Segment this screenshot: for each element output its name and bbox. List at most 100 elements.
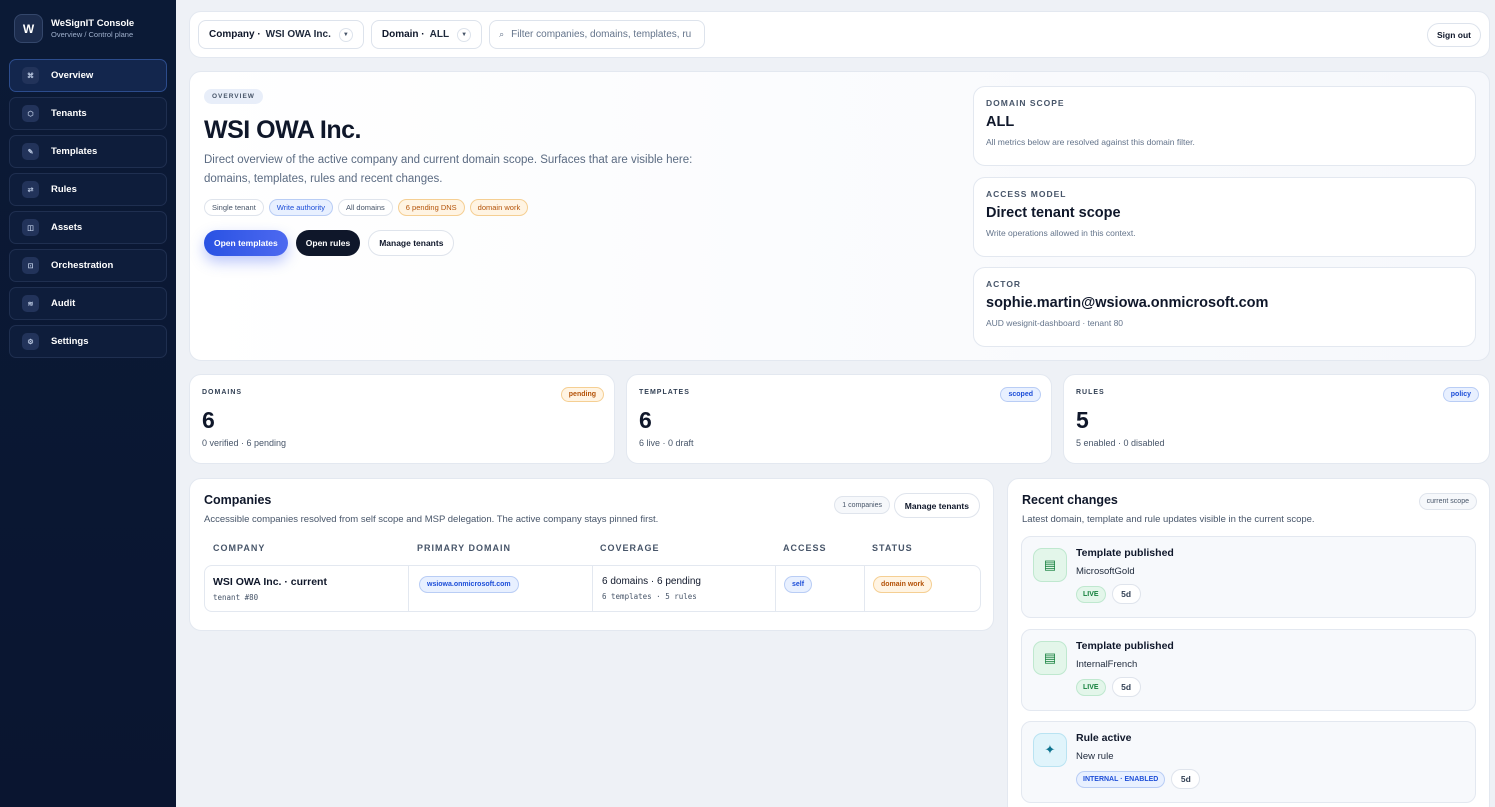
app-title: WeSignIT Console xyxy=(51,18,135,29)
chevron-down-icon: ▼ xyxy=(338,27,353,42)
chip-all-domains: All domains xyxy=(338,199,393,216)
actor-label: ACTOR xyxy=(986,279,1022,289)
open-rules-button[interactable]: Open rules xyxy=(295,230,361,256)
company-select[interactable]: Company · WSI OWA Inc. ▼ xyxy=(198,20,364,49)
status-badge: pending xyxy=(560,387,604,402)
chip-domain-work: domain work xyxy=(469,199,529,216)
hero-chips: Single tenant Write authority All domain… xyxy=(204,199,529,216)
chip-write-authority: Write authority xyxy=(268,199,334,216)
sidebar-item-templates[interactable]: ✎ Templates xyxy=(9,135,167,168)
change-subject: InternalFrench xyxy=(1076,659,1138,670)
domain-scope-note: All metrics below are resolved against t… xyxy=(986,137,1195,147)
manage-tenants-button[interactable]: Manage tenants xyxy=(893,493,980,518)
companies-panel: Companies Accessible companies resolved … xyxy=(189,478,994,631)
sign-out-button[interactable]: Sign out xyxy=(1427,22,1481,47)
age-badge: 5d xyxy=(1171,769,1201,789)
status-badge: policy xyxy=(1442,387,1479,402)
actor-card: ACTOR sophie.martin@wsiowa.onmicrosoft.c… xyxy=(973,267,1476,347)
change-title: Template published xyxy=(1076,640,1174,652)
search-input[interactable] xyxy=(511,29,692,40)
change-title: Rule active xyxy=(1076,732,1132,744)
age-badge: 5d xyxy=(1111,584,1141,604)
change-subject: MicrosoftGold xyxy=(1076,566,1135,577)
brand[interactable]: W WeSignIT Console Overview / Control pl… xyxy=(9,14,167,43)
search-box: ⌕ xyxy=(489,20,706,49)
chip-pending-dns: 6 pending DNS xyxy=(397,199,465,216)
status-badge: scoped xyxy=(1000,387,1041,402)
primary-domain-cell: wsiowa.onmicrosoft.com xyxy=(408,566,592,611)
sidebar-item-rules[interactable]: ⇄ Rules xyxy=(9,173,167,206)
companies-description: Accessible companies resolved from self … xyxy=(204,514,659,525)
stat-sub: 6 live · 0 draft xyxy=(639,438,694,448)
audit-icon: ≋ xyxy=(22,295,39,312)
current-scope-badge: current scope xyxy=(1418,493,1477,510)
live-badge: LIVE xyxy=(1076,679,1106,696)
stat-sub: 5 enabled · 0 disabled xyxy=(1076,438,1165,448)
access-model-value: Direct tenant scope xyxy=(986,205,1121,221)
sidebar-item-label: Rules xyxy=(51,184,77,195)
sparkle-icon: ✦ xyxy=(1033,733,1067,767)
overview-hero: OVERVIEW WSI OWA Inc. Direct overview of… xyxy=(189,71,1490,361)
sidebar-item-label: Orchestration xyxy=(51,260,114,271)
rules-icon: ⇄ xyxy=(22,181,39,198)
chip-single-tenant: Single tenant xyxy=(204,199,264,216)
sidebar-item-tenants[interactable]: ⬡ Tenants xyxy=(9,97,167,130)
sidebar-item-overview[interactable]: ⌘ Overview xyxy=(9,59,167,92)
company-cell: WSI OWA Inc. · current tenant #80 xyxy=(205,566,408,611)
live-badge: LIVE xyxy=(1076,586,1106,603)
sidebar-item-assets[interactable]: ◫ Assets xyxy=(9,211,167,244)
templates-icon: ✎ xyxy=(22,143,39,160)
hero-actions: Open templates Open rules Manage tenants xyxy=(204,230,455,256)
list-item[interactable]: ▤ Template published InternalFrench LIVE… xyxy=(1021,629,1476,711)
stat-card-rules: RULES policy 5 5 enabled · 0 disabled xyxy=(1063,374,1490,464)
company-select-label: Company · xyxy=(209,29,261,40)
app-subtitle: Overview / Control plane xyxy=(51,30,134,39)
stat-sub: 0 verified · 6 pending xyxy=(202,438,287,448)
coverage-summary: 6 domains · 6 pending xyxy=(602,576,701,587)
domain-scope-label: DOMAIN SCOPE xyxy=(986,98,1065,108)
logo-icon: W xyxy=(14,14,43,43)
stat-label: DOMAINS xyxy=(202,389,243,396)
stat-value: 5 xyxy=(1076,407,1089,433)
topbar: Company · WSI OWA Inc. ▼ Domain · ALL ▼ … xyxy=(189,11,1490,58)
overview-icon: ⌘ xyxy=(22,67,39,84)
company-name: WSI OWA Inc. · current xyxy=(213,576,327,588)
stat-card-templates: TEMPLATES scoped 6 6 live · 0 draft xyxy=(626,374,1052,464)
sidebar-nav: ⌘ Overview ⬡ Tenants ✎ Templates ⇄ Rules… xyxy=(9,59,167,358)
manage-tenants-button[interactable]: Manage tenants xyxy=(368,230,455,256)
list-item[interactable]: ▤ Template published MicrosoftGold LIVE … xyxy=(1021,536,1476,618)
list-item[interactable]: ✦ Rule active New rule INTERNAL · ENABLE… xyxy=(1021,721,1476,803)
status-badge: INTERNAL · ENABLED xyxy=(1076,771,1166,788)
chevron-down-icon: ▼ xyxy=(457,27,472,42)
stat-value: 6 xyxy=(639,407,652,433)
page-title: WSI OWA Inc. xyxy=(204,116,361,144)
change-tags: INTERNAL · ENABLED 5d xyxy=(1076,769,1201,789)
change-tags: LIVE 5d xyxy=(1076,584,1141,604)
stat-card-domains: DOMAINS pending 6 0 verified · 6 pending xyxy=(189,374,615,464)
sidebar-item-orchestration[interactable]: ⊡ Orchestration xyxy=(9,249,167,282)
coverage-cell: 6 domains · 6 pending 6 templates · 5 ru… xyxy=(592,566,775,611)
change-subject: New rule xyxy=(1076,751,1114,762)
stat-label: TEMPLATES xyxy=(639,389,690,396)
column-header-primary-domain: PRIMARY DOMAIN xyxy=(417,543,512,553)
status-badge: domain work xyxy=(873,576,933,593)
sidebar-item-settings[interactable]: ⚙ Settings xyxy=(9,325,167,358)
companies-count-badge: 1 companies xyxy=(834,496,890,514)
domain-scope-card: DOMAIN SCOPE ALL All metrics below are r… xyxy=(973,86,1476,166)
column-header-access: ACCESS xyxy=(783,543,827,553)
companies-title: Companies xyxy=(204,493,272,507)
search-icon: ⌕ xyxy=(499,29,505,39)
access-model-note: Write operations allowed in this context… xyxy=(986,228,1136,238)
sidebar-item-label: Tenants xyxy=(51,108,87,119)
table-row[interactable]: WSI OWA Inc. · current tenant #80 wsiowa… xyxy=(204,565,981,612)
domain-select[interactable]: Domain · ALL ▼ xyxy=(370,20,483,49)
open-templates-button[interactable]: Open templates xyxy=(204,230,288,256)
sidebar-item-label: Audit xyxy=(51,298,76,309)
change-tags: LIVE 5d xyxy=(1076,677,1141,697)
sidebar-item-audit[interactable]: ≋ Audit xyxy=(9,287,167,320)
company-select-value: WSI OWA Inc. xyxy=(265,29,331,40)
status-cell: domain work xyxy=(864,566,980,611)
domain-badge: wsiowa.onmicrosoft.com xyxy=(419,576,519,593)
access-cell: self xyxy=(775,566,864,611)
column-header-coverage: COVERAGE xyxy=(600,543,660,553)
